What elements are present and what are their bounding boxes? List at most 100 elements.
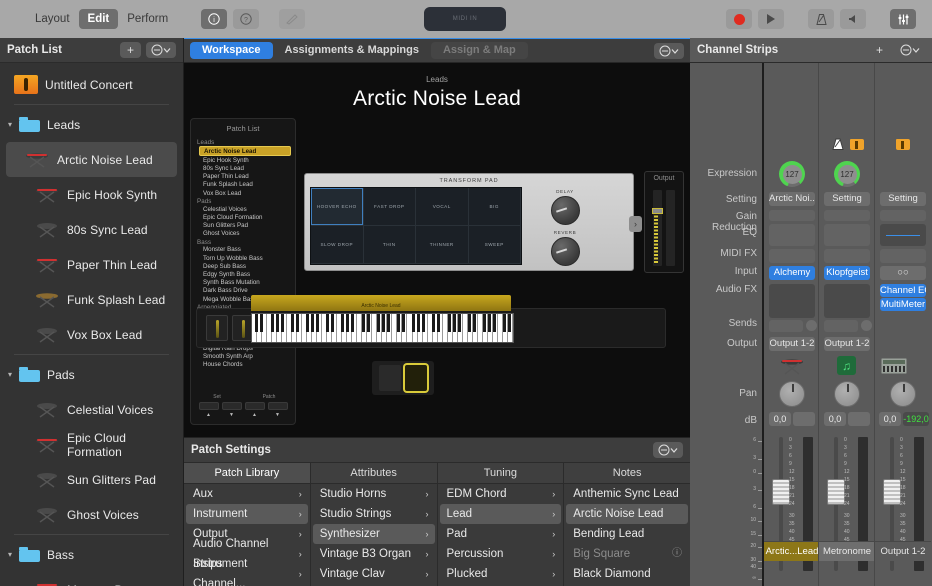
output-fader-cap[interactable] [652, 208, 663, 214]
channel-strip-1[interactable]: 127 Arctic Noi... Alchemy Output 1-2 0,0 [762, 63, 818, 586]
transform-pad-grid[interactable]: HOOVER ECHO FAST DROP VOCAL BIG SLOW DRO… [310, 187, 522, 265]
sends-slot[interactable] [824, 320, 858, 332]
transform-pad-cell[interactable]: THINNER [416, 226, 469, 264]
mode-segmented-control[interactable]: Layout Edit Perform [26, 9, 177, 29]
sends-slot[interactable] [769, 320, 803, 332]
piano-key-black[interactable] [488, 314, 491, 332]
transform-pad-module[interactable]: TRANSFORM PAD HOOVER ECHO FAST DROP VOCA… [304, 173, 634, 271]
piano-key-black[interactable] [432, 314, 435, 332]
channel-strip-name[interactable]: Output 1-2 [875, 541, 931, 561]
mode-edit[interactable]: Edit [79, 9, 119, 29]
sustain-pedal[interactable] [379, 365, 401, 391]
concert-row[interactable]: Untitled Concert [0, 67, 183, 102]
play-icon[interactable] [758, 9, 784, 29]
piano-key-black[interactable] [276, 314, 279, 332]
eq-field[interactable] [824, 224, 870, 246]
sidebar-item-vox-box-lead[interactable]: Vox Box Lead [0, 317, 183, 352]
sidebar-item-sun-glitters-pad[interactable]: Sun Glitters Pad [0, 462, 183, 497]
patch-list-body[interactable]: Untitled Concert ▾ Leads Arctic Noise Le… [0, 63, 183, 586]
output-slot[interactable]: Output 1-2 [769, 337, 815, 351]
setting-field[interactable]: Arctic Noi... [769, 192, 815, 206]
piano-key-black[interactable] [412, 314, 415, 332]
list-item[interactable]: Percussion› [440, 544, 562, 564]
fader-handle[interactable] [883, 479, 901, 505]
sidebar-item-paper-thin-lead[interactable]: Paper Thin Lead [0, 247, 183, 282]
db-value[interactable]: 0,0 [769, 412, 791, 426]
piano-key-black[interactable] [326, 314, 329, 332]
folder-icon[interactable] [850, 139, 864, 150]
workspace-action-menu[interactable] [654, 43, 684, 59]
send-knob[interactable] [861, 320, 872, 331]
list-item[interactable]: Plucked› [440, 564, 562, 584]
record-icon[interactable] [726, 9, 752, 29]
pan-knob[interactable] [779, 381, 805, 407]
sidebar-item-funk-splash-lead[interactable]: Funk Splash Lead [0, 282, 183, 317]
mini-item[interactable]: Smooth Synth Arp [195, 352, 291, 360]
sidebar-item-epic-hook-synth[interactable]: Epic Hook Synth [0, 177, 183, 212]
pan-knob[interactable] [890, 381, 916, 407]
patch-list-action-menu[interactable] [146, 42, 176, 58]
reverb-knob[interactable] [551, 237, 580, 266]
audio-fx-slot[interactable] [824, 284, 870, 318]
column-header[interactable]: Tuning [438, 463, 564, 484]
mini-item[interactable]: Edgy Synth Bass [195, 270, 291, 278]
channel-strips-action-menu[interactable] [895, 42, 925, 58]
chevron-down-icon[interactable]: ▾ [8, 551, 17, 559]
next-page-button[interactable]: › [629, 216, 642, 232]
mini-item[interactable]: Funk Splash Lead [195, 181, 291, 189]
piano-key-black[interactable] [311, 314, 314, 332]
piano-key-black[interactable] [281, 314, 284, 332]
sidebar-folder-pads[interactable]: ▾ Pads [0, 357, 183, 392]
expression-knob[interactable]: 127 [834, 161, 860, 187]
speaker-icon[interactable] [840, 9, 866, 29]
piano-key-black[interactable] [453, 314, 456, 332]
output-module[interactable]: Output [644, 171, 684, 273]
list-item[interactable]: Aux› [186, 484, 308, 504]
list-item[interactable]: Studio Strings› [313, 504, 435, 524]
list-item[interactable]: Lead› [440, 504, 562, 524]
audio-fx-slot[interactable] [769, 284, 815, 318]
tab-assignments-mappings[interactable]: Assignments & Mappings [273, 42, 431, 59]
mini-item[interactable]: Paper Thin Lead [195, 173, 291, 181]
midi-fx-slot[interactable] [824, 249, 870, 263]
channel-strip-2[interactable]: 127 Setting Klopfgeist Output 1-2 ♫ 0,0 [818, 63, 874, 586]
delay-knob-group[interactable]: DELAY [545, 189, 585, 225]
fader-handle[interactable] [827, 479, 845, 505]
input-slot[interactable]: ○○ [880, 266, 926, 280]
column-header[interactable]: Notes [564, 463, 690, 484]
mini-item[interactable]: Monster Bass [195, 246, 291, 254]
eq-field[interactable] [880, 224, 926, 246]
chevron-down-icon[interactable]: ▾ [8, 371, 17, 379]
expression-pedal[interactable] [405, 365, 427, 391]
db-value[interactable]: 0,0 [879, 412, 901, 426]
mini-item[interactable]: 80s Sync Lead [195, 164, 291, 172]
piano-key-black[interactable] [346, 314, 349, 332]
list-item[interactable]: Pad› [440, 524, 562, 544]
mini-item[interactable]: Dark Bass Drive [195, 287, 291, 295]
list-item[interactable]: Bending Lead [566, 524, 688, 544]
piano-key-black[interactable] [387, 314, 390, 332]
sidebar-item-arctic-noise-lead[interactable]: Arctic Noise Lead [6, 142, 177, 177]
list-item[interactable]: Studio Horns› [313, 484, 435, 504]
column-header[interactable]: Patch Library [184, 463, 310, 484]
chevron-down-icon[interactable]: ▾ [8, 121, 17, 129]
audio-fx-slot-2[interactable]: MultiMeter [880, 298, 926, 311]
transform-pad-cell[interactable]: FAST DROP [364, 188, 417, 226]
transform-pad-cell[interactable]: SLOW DROP [311, 226, 364, 264]
sidebar-item-80s-sync-lead[interactable]: 80s Sync Lead [0, 212, 183, 247]
add-patch-button[interactable]: + [120, 42, 141, 58]
piano-key-black[interactable] [271, 314, 274, 332]
patch-prev-button[interactable] [245, 402, 265, 410]
piano-key-black[interactable] [503, 314, 506, 332]
folder-icon[interactable] [896, 139, 910, 150]
piano-key-black[interactable] [341, 314, 344, 332]
midi-fx-slot[interactable] [769, 249, 815, 263]
mini-item[interactable]: Epic Hook Synth [195, 156, 291, 164]
list-item[interactable]: Instrument› [186, 504, 308, 524]
piano-key-black[interactable] [367, 314, 370, 332]
transform-pad-cell[interactable]: HOOVER ECHO [311, 188, 364, 226]
tab-assign-map[interactable]: Assign & Map [431, 42, 528, 59]
mini-item[interactable]: Epic Cloud Formation [195, 213, 291, 221]
list-item[interactable]: Big Squareⓘ [566, 544, 688, 564]
transform-pad-cell[interactable]: THIN [364, 226, 417, 264]
